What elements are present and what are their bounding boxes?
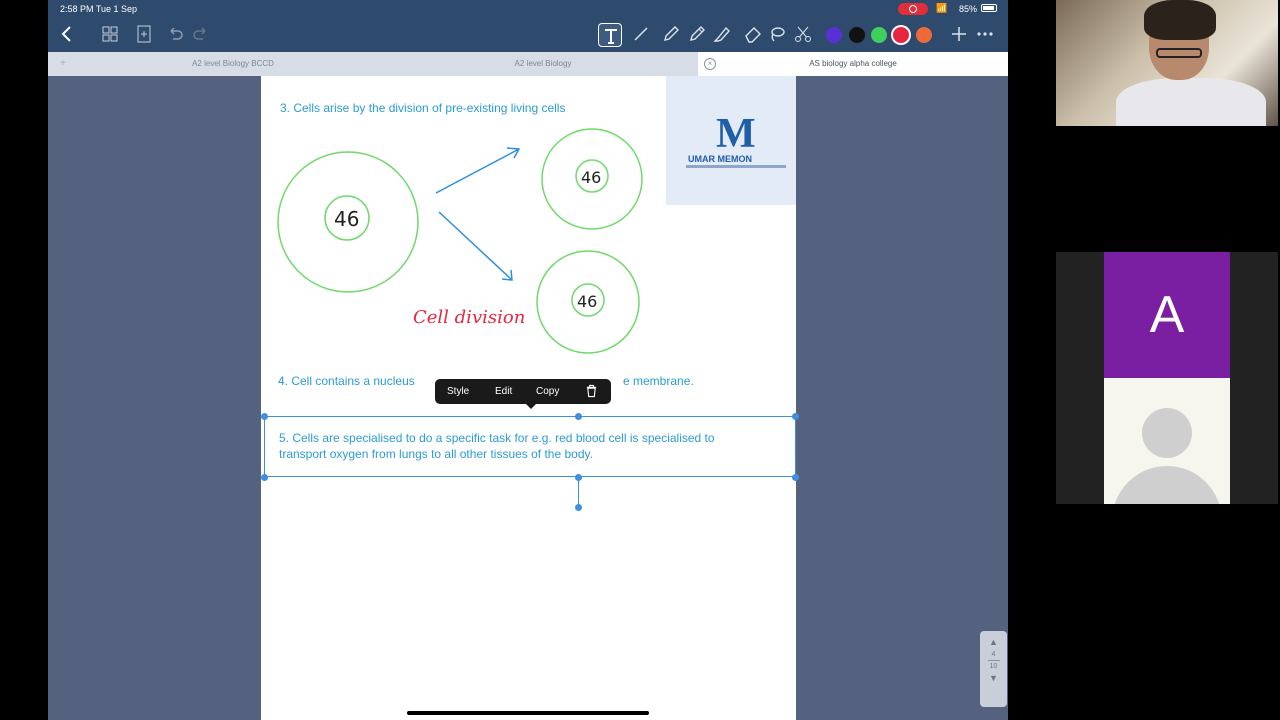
participant-default-avatar [1104,378,1230,504]
redo-icon[interactable] [190,24,212,46]
selected-text-box[interactable]: 5. Cells are specialised to do a specifi… [264,416,796,477]
current-page: 4 [991,651,996,658]
handwritten-cell-division: Cell division [413,307,525,328]
point-5-line-1: 5. Cells are specialised to do a specifi… [279,431,715,445]
avatar-body-icon [1112,466,1222,504]
tab-label: A2 level Biology BCCD [192,59,274,68]
status-time: 2:58 PM Tue 1 Sep [60,4,138,14]
tab-label: AS biology alpha college [809,59,897,68]
notebook-page[interactable]: 3. Cells arise by the division of pre-ex… [261,76,799,720]
home-indicator[interactable] [407,711,649,715]
point-4-text-end: e membrane. [623,374,694,388]
pencil-icon[interactable] [686,24,708,46]
battery-percent: 85% [959,4,978,14]
arrow-up [435,148,520,194]
page-up-icon[interactable]: ▲ [980,637,1007,647]
page-navigator[interactable]: ▲ 4 10 ▼ [980,631,1007,707]
eraser-icon[interactable] [742,24,764,46]
scissors-icon[interactable] [792,24,814,46]
highlighter-icon[interactable] [711,24,733,46]
point-4-text-start: 4. Cell contains a nucleus [278,374,415,388]
resize-handle-top-right[interactable] [792,413,799,420]
color-swatch-purple[interactable] [826,27,842,43]
new-tab-icon[interactable]: + [60,52,66,76]
status-bar: 2:58 PM Tue 1 Sep 📶 85% [48,0,1008,18]
screen: 2:58 PM Tue 1 Sep 📶 85% + A2 level Biolo… [0,0,1280,720]
ipad-screen: 2:58 PM Tue 1 Sep 📶 85% + A2 level Biolo… [48,0,1008,720]
color-swatch-red[interactable] [893,27,909,43]
tab-as-biology-alpha-college[interactable]: AS biology alpha college [698,52,1008,76]
presenter-glasses [1156,48,1202,58]
undo-icon[interactable] [164,24,186,46]
color-swatch-green[interactable] [871,27,887,43]
tab-a2-level-biology-bccd[interactable]: A2 level Biology BCCD [78,52,388,76]
line-tool-icon[interactable] [630,24,652,46]
resize-handle-bottom-right[interactable] [792,474,799,481]
wifi-icon: 📶 [936,3,948,13]
color-swatch-black[interactable] [849,27,865,43]
edit-button[interactable]: Edit [495,379,512,404]
avatar-head-icon [1142,408,1192,458]
page-divider [987,660,1000,661]
battery-icon [981,4,997,12]
more-icon[interactable] [974,24,996,46]
copy-button[interactable]: Copy [536,379,559,404]
text-tool-icon[interactable] [598,23,622,47]
tab-label: A2 level Biology [514,59,572,68]
point-5-line-2: transport oxygen from lungs to all other… [279,447,593,461]
toolbar [48,18,1008,52]
participant-panel: A [1056,252,1278,504]
presenter-video [1056,0,1278,126]
tab-a2-level-biology[interactable]: A2 level Biology [388,52,698,76]
rotate-handle[interactable] [575,504,582,511]
lasso-icon[interactable] [766,24,788,46]
trash-icon[interactable] [585,384,598,398]
daughter-1-chromosome-count: 46 [581,168,601,187]
arrow-down [438,211,513,281]
total-pages: 10 [989,663,998,670]
pen-icon[interactable] [660,24,682,46]
page-down-icon[interactable]: ▼ [980,673,1007,683]
daughter-2-chromosome-count: 46 [577,292,597,311]
color-swatch-orange[interactable] [916,27,932,43]
tab-bar: + A2 level Biology BCCD A2 level Biology… [48,52,1008,76]
presenter-shirt [1116,78,1266,126]
presenter-hair [1144,0,1216,40]
add-page-icon[interactable] [133,24,155,46]
resize-handle-bottom-left[interactable] [261,474,268,481]
style-button[interactable]: Style [447,379,469,404]
rotate-handle-line [578,478,579,506]
resize-handle-top-center[interactable] [575,413,582,420]
participant-avatar-letter: A [1104,252,1230,378]
add-icon[interactable] [948,24,970,46]
cell-division-diagram: 46 46 46 Cell division [277,128,643,354]
close-tab-icon[interactable]: × [704,58,716,70]
text-context-menu: Style Edit Copy [435,379,611,409]
screen-record-icon [898,3,928,15]
parent-chromosome-count: 46 [334,207,359,231]
thumbnails-icon[interactable] [99,24,121,46]
back-chevron-icon[interactable] [56,24,78,46]
resize-handle-top-left[interactable] [261,413,268,420]
